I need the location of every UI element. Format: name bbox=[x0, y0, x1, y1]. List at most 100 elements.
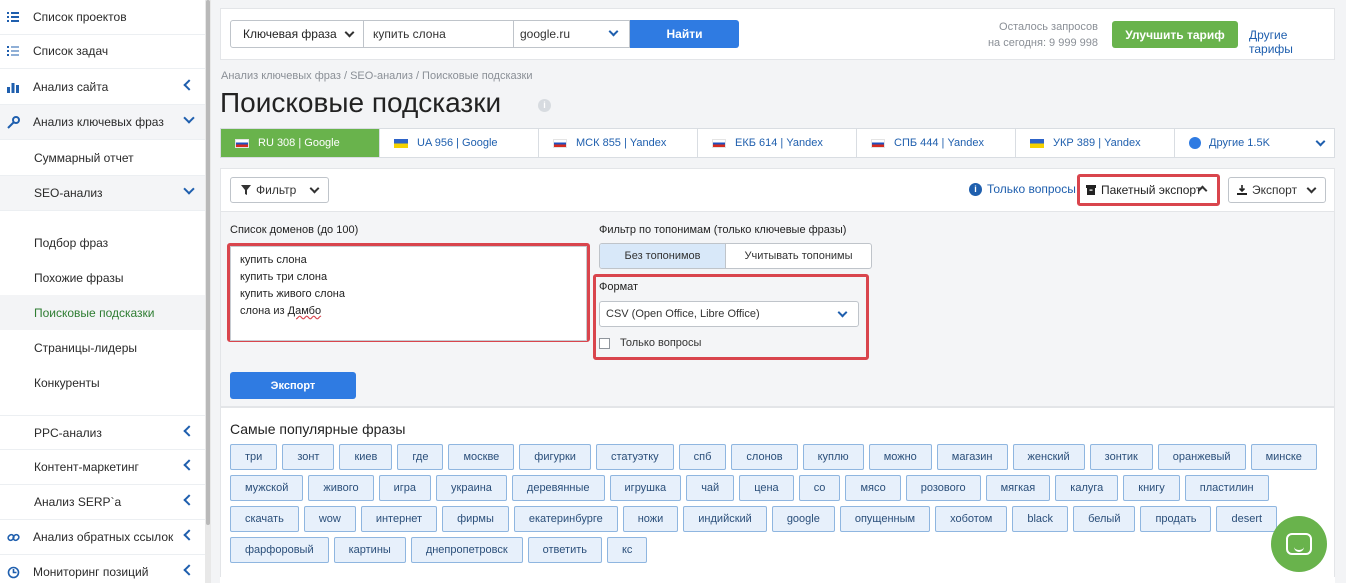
sidebar-scrollbar[interactable] bbox=[205, 0, 211, 583]
sidebar-item-seo-analysis[interactable]: SEO-анализ bbox=[0, 176, 205, 211]
tab-other-regions[interactable]: Другие 1.5K bbox=[1175, 129, 1334, 157]
phrase-chip[interactable]: где bbox=[397, 444, 444, 470]
toponym-option-without[interactable]: Без топонимов bbox=[600, 244, 726, 268]
phrase-chip[interactable]: цена bbox=[739, 475, 794, 501]
tab-ru-google[interactable]: RU 308 | Google bbox=[221, 129, 380, 157]
phrase-chip[interactable]: ножи bbox=[622, 506, 679, 532]
phrase-chip[interactable]: игрушка bbox=[609, 475, 682, 501]
phrase-chip[interactable]: фирмы bbox=[442, 506, 509, 532]
flag-ua-icon bbox=[394, 138, 408, 148]
phrase-chip[interactable]: скачать bbox=[230, 506, 299, 532]
export-dropdown-button[interactable]: Экспорт bbox=[1228, 177, 1326, 203]
phrase-chip[interactable]: белый bbox=[1073, 506, 1136, 532]
only-questions-checkbox[interactable]: Только вопросы bbox=[599, 337, 701, 349]
phrase-chip[interactable]: интернет bbox=[360, 506, 438, 532]
tab-ekb-yandex[interactable]: ЕКБ 614 | Yandex bbox=[698, 129, 857, 157]
export-button[interactable]: Экспорт bbox=[230, 372, 356, 399]
phrase-chip[interactable]: книгу bbox=[1123, 475, 1180, 501]
phrase-chip[interactable]: продать bbox=[1140, 506, 1212, 532]
sidebar-item-keyword-analysis[interactable]: Анализ ключевых фраз bbox=[0, 105, 205, 140]
sidebar-item-site-analysis[interactable]: Анализ сайта bbox=[0, 70, 205, 105]
sidebar-item-backlinks[interactable]: Анализ обратных ссылок bbox=[0, 520, 205, 555]
phrase-chip[interactable]: москве bbox=[448, 444, 515, 470]
phrase-chip[interactable]: пластилин bbox=[1184, 475, 1269, 501]
phrase-chip[interactable]: black bbox=[1012, 506, 1069, 532]
phrase-chip[interactable]: украина bbox=[436, 475, 507, 501]
tab-msk-yandex[interactable]: МСК 855 | Yandex bbox=[539, 129, 698, 157]
phrase-chips: три зонт киев где москве фигурки статуэтку спб с… bbox=[230, 444, 1330, 563]
phrase-chip[interactable]: со bbox=[798, 475, 841, 501]
phrase-chip[interactable]: кс bbox=[606, 537, 648, 563]
phrase-chip[interactable]: деревянные bbox=[511, 475, 605, 501]
toponym-option-with[interactable]: Учитывать топонимы bbox=[726, 244, 871, 268]
breadcrumb[interactable]: Анализ ключевых фраз / SEO-анализ / Поис… bbox=[221, 70, 533, 82]
phrase-chip[interactable]: google bbox=[771, 506, 835, 532]
phrase-chip[interactable]: магазин bbox=[936, 444, 1008, 470]
sidebar-item-projects[interactable]: Список проектов bbox=[0, 0, 205, 35]
phrase-chip[interactable]: статуэтку bbox=[595, 444, 674, 470]
sidebar-item-leader-pages[interactable]: Страницы-лидеры bbox=[0, 330, 205, 365]
phrase-chip[interactable]: мясо bbox=[845, 475, 901, 501]
tab-ukr-yandex[interactable]: УКР 389 | Yandex bbox=[1016, 129, 1175, 157]
phrase-chip[interactable]: хоботом bbox=[935, 506, 1008, 532]
phrase-chip[interactable]: зонт bbox=[282, 444, 335, 470]
tab-spb-yandex[interactable]: СПБ 444 | Yandex bbox=[857, 129, 1016, 157]
find-button[interactable]: Найти bbox=[630, 20, 739, 48]
search-type-select[interactable]: Ключевая фраза bbox=[230, 20, 364, 48]
phrase-chip[interactable]: desert bbox=[1216, 506, 1278, 532]
phrase-chip[interactable]: женский bbox=[1012, 444, 1085, 470]
sidebar-item-serp[interactable]: Анализ SERP`а bbox=[0, 485, 205, 520]
phrase-chip[interactable]: фигурки bbox=[519, 444, 591, 470]
domains-textarea[interactable]: купить слона купить три слона купить жив… bbox=[230, 246, 587, 341]
phrase-chip[interactable]: индийский bbox=[683, 506, 767, 532]
phrase-chip[interactable]: слонов bbox=[731, 444, 798, 470]
phrase-chip[interactable]: чай bbox=[686, 475, 735, 501]
upgrade-button[interactable]: Улучшить тариф bbox=[1112, 21, 1238, 48]
phrase-chip[interactable]: киев bbox=[339, 444, 393, 470]
phrase-chip[interactable]: спб bbox=[678, 444, 727, 470]
sidebar-item-summary[interactable]: Суммарный отчет bbox=[0, 141, 205, 176]
phrase-chip[interactable]: куплю bbox=[802, 444, 864, 470]
domain-line-text: слона из bbox=[240, 305, 288, 317]
phrase-chip[interactable]: опущенным bbox=[839, 506, 931, 532]
phrase-chip[interactable]: мужской bbox=[230, 475, 304, 501]
sidebar-item-position-monitoring[interactable]: Мониторинг позиций bbox=[0, 555, 205, 583]
other-tariffs-link[interactable]: Другие тарифы bbox=[1249, 28, 1334, 56]
phrase-chip[interactable]: розового bbox=[905, 475, 981, 501]
phrase-chip[interactable]: днепропетровск bbox=[410, 537, 523, 563]
checkbox-box[interactable] bbox=[599, 337, 610, 349]
sidebar-item-competitors[interactable]: Конкуренты bbox=[0, 365, 205, 400]
phrase-chip[interactable]: минске bbox=[1250, 444, 1317, 470]
bottom-scrollbar[interactable] bbox=[220, 577, 1335, 583]
phrase-chip[interactable]: живого bbox=[308, 475, 374, 501]
only-questions-link[interactable]: i Только вопросы bbox=[969, 182, 1076, 196]
sidebar-item-similar-phrases[interactable]: Похожие фразы bbox=[0, 260, 205, 295]
search-input[interactable]: купить слона bbox=[364, 20, 514, 48]
phrase-chip[interactable]: три bbox=[230, 444, 278, 470]
sidebar-scroll-thumb[interactable] bbox=[206, 0, 210, 525]
tab-ua-google[interactable]: UA 956 | Google bbox=[380, 129, 539, 157]
bulk-export-button[interactable]: Пакетный экспорт bbox=[1080, 177, 1216, 203]
info-icon[interactable]: i bbox=[538, 99, 551, 112]
sidebar-item-search-suggestions[interactable]: Поисковые подсказки bbox=[0, 295, 205, 330]
phrase-chip[interactable]: калуга bbox=[1055, 475, 1119, 501]
sidebar-item-ppc[interactable]: PPC-анализ bbox=[0, 415, 205, 450]
chevron-left-icon bbox=[183, 79, 195, 91]
phrase-chip[interactable]: можно bbox=[868, 444, 932, 470]
filter-button[interactable]: Фильтр bbox=[230, 177, 329, 203]
search-engine-select[interactable]: google.ru bbox=[514, 20, 630, 48]
phrase-chip[interactable]: екатеринбурге bbox=[513, 506, 618, 532]
phrase-chip[interactable]: wow bbox=[303, 506, 356, 532]
phrase-chip[interactable]: зонтик bbox=[1089, 444, 1153, 470]
phrase-chip[interactable]: игра bbox=[378, 475, 432, 501]
sidebar-item-content-marketing[interactable]: Контент-маркетинг bbox=[0, 450, 205, 485]
phrase-chip[interactable]: фарфоровый bbox=[230, 537, 329, 563]
sidebar-item-tasks[interactable]: Список задач bbox=[0, 34, 205, 69]
chat-widget-button[interactable] bbox=[1271, 516, 1327, 572]
format-select[interactable]: CSV (Open Office, Libre Office) bbox=[599, 301, 859, 327]
sidebar-item-phrase-selection[interactable]: Подбор фраз bbox=[0, 225, 205, 260]
phrase-chip[interactable]: мягкая bbox=[985, 475, 1051, 501]
phrase-chip[interactable]: ответить bbox=[527, 537, 602, 563]
phrase-chip[interactable]: картины bbox=[333, 537, 406, 563]
phrase-chip[interactable]: оранжевый bbox=[1157, 444, 1246, 470]
